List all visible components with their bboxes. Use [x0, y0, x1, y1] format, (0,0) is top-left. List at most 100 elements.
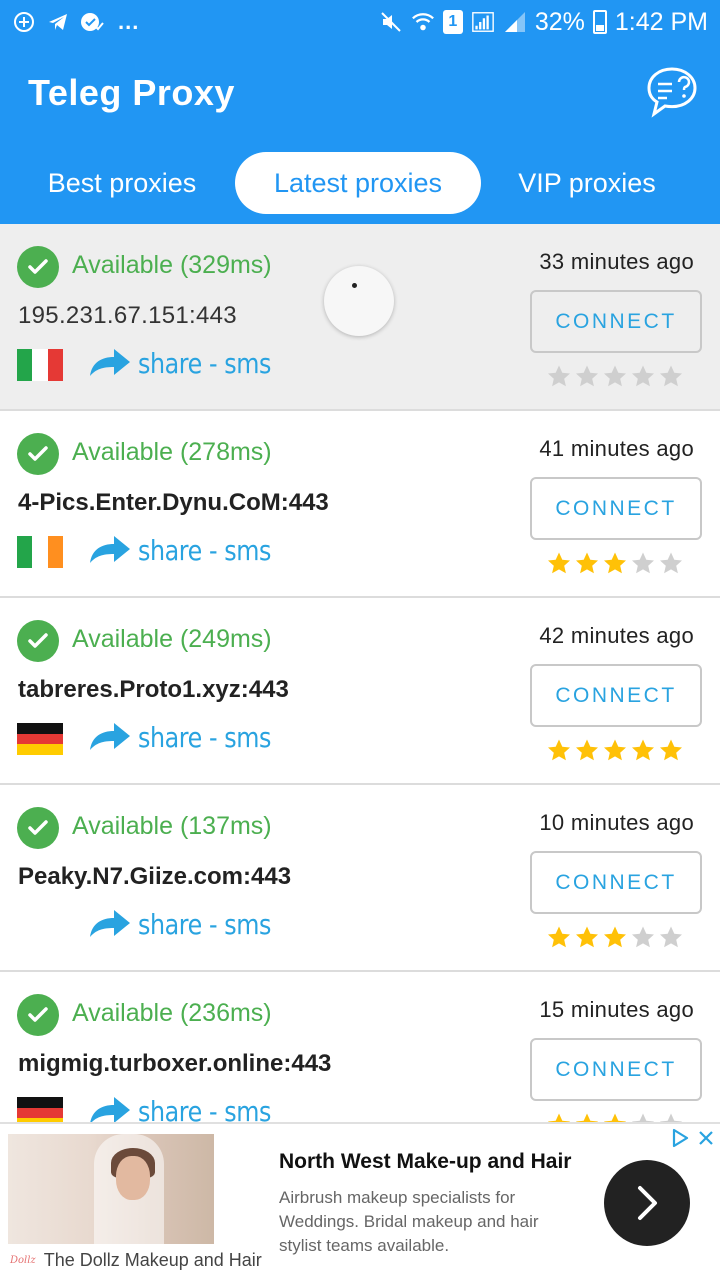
rating-stars	[546, 550, 684, 576]
status-bar: ... 1 32% 1:42 PM	[0, 0, 720, 44]
star-filled-icon	[604, 552, 626, 574]
check-circle-icon	[17, 994, 59, 1036]
proxy-row[interactable]: Available (249ms) tabreres.Proto1.xyz:44…	[0, 598, 720, 785]
star-empty-icon	[632, 365, 654, 387]
proxy-host: Peaky.N7.Giize.com:443	[18, 863, 292, 890]
proxy-age: 41 minutes ago	[539, 436, 694, 461]
rating-stars	[546, 363, 684, 389]
proxy-row[interactable]: Available (137ms) Peaky.N7.Giize.com:443…	[0, 785, 720, 972]
proxy-row[interactable]: Available (236ms) migmig.turboxer.online…	[0, 972, 720, 1124]
flag-germany-icon	[17, 1097, 63, 1124]
star-filled-icon	[604, 739, 626, 761]
connect-button[interactable]: CONNECT	[530, 851, 702, 914]
proxy-row[interactable]: Available (329ms) 195.231.67.151:443 sha…	[0, 224, 720, 411]
star-filled-icon	[576, 739, 598, 761]
ad-title[interactable]: North West Make-up and Hair	[279, 1150, 571, 1174]
proxy-host: 4-Pics.Enter.Dynu.CoM:443	[18, 489, 329, 516]
proxy-row[interactable]: Available (278ms) 4-Pics.Enter.Dynu.CoM:…	[0, 411, 720, 598]
rating-stars	[546, 737, 684, 763]
sim-indicator: 1	[442, 10, 463, 34]
more-notifications: ...	[118, 9, 140, 34]
proxy-host: tabreres.Proto1.xyz:443	[18, 676, 289, 703]
star-empty-icon	[660, 552, 682, 574]
wifi-icon	[411, 10, 435, 34]
app-title: Teleg Proxy	[28, 72, 235, 113]
star-empty-icon	[660, 365, 682, 387]
star-filled-icon	[548, 926, 570, 948]
share-sms-link[interactable]: share - sms	[88, 1094, 294, 1124]
notification-icons: ...	[12, 9, 139, 35]
tab-vip-proxies[interactable]: VIP proxies	[500, 152, 674, 214]
share-sms-label: share - sms	[138, 1094, 272, 1125]
share-sms-label: share - sms	[138, 720, 272, 754]
ad-choices-icon[interactable]	[670, 1128, 690, 1148]
star-filled-icon	[576, 926, 598, 948]
star-empty-icon	[576, 365, 598, 387]
proxy-age: 15 minutes ago	[539, 997, 694, 1022]
advertiser-name: The Dollz Makeup and Hair	[43, 1250, 262, 1270]
flag-germany-icon	[17, 723, 63, 756]
flag-italy-icon	[17, 349, 63, 381]
star-empty-icon	[660, 926, 682, 948]
ad-close-icon[interactable]	[696, 1128, 716, 1148]
check-circle-icon	[17, 246, 59, 288]
ad-open-button[interactable]	[604, 1160, 690, 1246]
share-arrow-icon	[90, 1097, 130, 1124]
star-filled-icon	[632, 739, 654, 761]
mute-icon	[379, 10, 403, 34]
system-icons: 1 32% 1:42 PM	[379, 8, 708, 37]
tab-best-proxies[interactable]: Best proxies	[30, 152, 214, 214]
advertiser-logo: Dollz	[10, 1255, 36, 1266]
star-filled-icon	[548, 552, 570, 574]
star-filled-icon	[660, 739, 682, 761]
help-chat-button[interactable]	[644, 64, 700, 120]
app-bar: Teleg Proxy Best proxies Latest proxies …	[0, 44, 720, 224]
availability-status: Available (236ms)	[72, 999, 272, 1027]
share-sms-link[interactable]: share - sms	[88, 907, 294, 941]
signal-icon-2	[503, 10, 527, 34]
star-empty-icon	[548, 365, 570, 387]
ad-image[interactable]	[8, 1134, 214, 1244]
availability-status: Available (278ms)	[72, 438, 272, 466]
star-empty-icon	[632, 552, 654, 574]
proxy-age: 42 minutes ago	[539, 623, 694, 648]
share-arrow-icon	[90, 723, 130, 750]
connect-button[interactable]: CONNECT	[530, 290, 702, 353]
touch-indicator	[324, 266, 394, 336]
battery-icon	[592, 10, 607, 34]
connect-button[interactable]: CONNECT	[530, 477, 702, 540]
ad-advertiser[interactable]: Dollz The Dollz Makeup and Hair	[10, 1250, 262, 1271]
app-root: ... 1 32% 1:42 PM Teleg Proxy Best proxi…	[0, 0, 720, 1280]
tab-bar: Best proxies Latest proxies VIP proxies	[0, 152, 720, 214]
clock: 1:42 PM	[614, 7, 708, 36]
star-filled-icon	[576, 552, 598, 574]
connect-button[interactable]: CONNECT	[530, 664, 702, 727]
ad-banner[interactable]: Dollz The Dollz Makeup and Hair North We…	[0, 1122, 720, 1280]
share-arrow-icon	[90, 536, 130, 563]
share-sms-link[interactable]: share - sms	[88, 346, 294, 380]
chevron-right-icon	[638, 1186, 657, 1220]
flag-ireland-icon	[17, 536, 63, 568]
check-circle-icon	[17, 807, 59, 849]
vpn-check-icon	[80, 10, 104, 34]
proxy-age: 10 minutes ago	[539, 810, 694, 835]
battery-percent: 32%	[534, 7, 585, 36]
availability-status: Available (329ms)	[72, 251, 272, 279]
check-circle-icon	[17, 433, 59, 475]
add-circle-icon	[12, 10, 36, 34]
share-sms-label: share - sms	[138, 346, 272, 380]
ad-description: Airbrush makeup specialists for Weddings…	[279, 1188, 539, 1255]
star-filled-icon	[604, 926, 626, 948]
share-sms-link[interactable]: share - sms	[88, 720, 294, 754]
proxy-host: 195.231.67.151:443	[18, 302, 237, 329]
tab-latest-proxies[interactable]: Latest proxies	[235, 152, 481, 214]
check-circle-icon	[17, 620, 59, 662]
connect-button[interactable]: CONNECT	[530, 1038, 702, 1101]
share-sms-link[interactable]: share - sms	[88, 533, 294, 567]
proxy-list: Available (329ms) 195.231.67.151:443 sha…	[0, 224, 720, 1124]
share-arrow-icon	[90, 349, 130, 376]
telegram-icon	[46, 10, 70, 34]
share-sms-label: share - sms	[138, 533, 272, 567]
share-sms-label: share - sms	[138, 907, 272, 941]
signal-icon	[471, 10, 495, 34]
